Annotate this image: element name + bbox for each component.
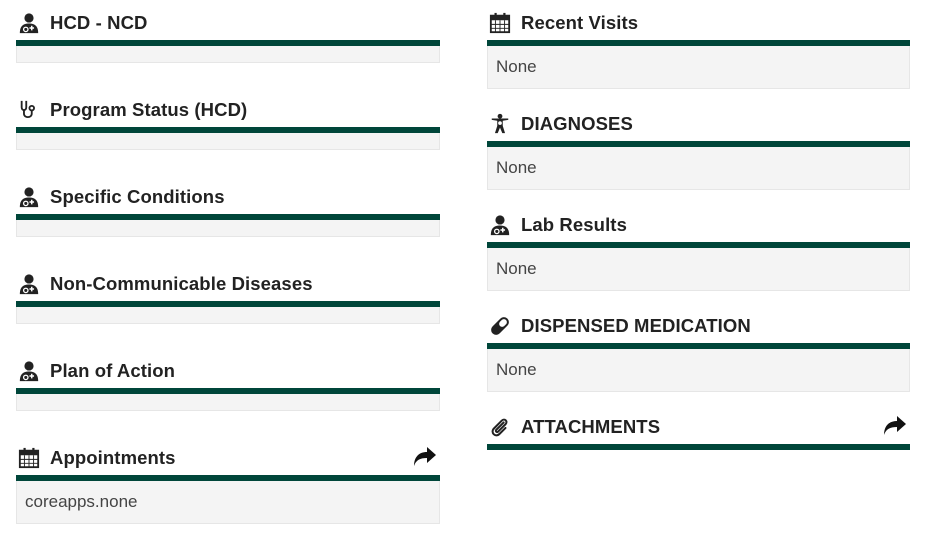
panel-body (16, 133, 440, 150)
panel-header[interactable]: Non-Communicable Diseases (16, 261, 440, 307)
panel-recent-visits: Recent Visits None (487, 0, 910, 89)
user-md-icon (16, 271, 42, 297)
panel-body: None (487, 248, 910, 291)
panel-hcd-ncd: HCD - NCD (16, 0, 440, 63)
panel-title: Program Status (HCD) (50, 99, 248, 120)
panel-title: DIAGNOSES (521, 113, 633, 134)
panel-body (16, 394, 440, 411)
panel-dispensed-medication: DISPENSED MEDICATION None (487, 303, 910, 392)
panel-specific-conditions: Specific Conditions (16, 174, 440, 237)
right-column: Recent Visits None DIAGNOSES None Lab Re… (487, 0, 910, 462)
panel-header[interactable]: HCD - NCD (16, 0, 440, 46)
panel-header[interactable]: Plan of Action (16, 348, 440, 394)
user-md-icon (16, 10, 42, 36)
panel-attachments: ATTACHMENTS (487, 404, 910, 450)
panel-header[interactable]: Program Status (HCD) (16, 87, 440, 133)
panel-title: Specific Conditions (50, 186, 225, 207)
panel-title: Non-Communicable Diseases (50, 273, 313, 294)
stethoscope-icon (16, 97, 42, 123)
panel-title: Recent Visits (521, 12, 639, 33)
share-arrow-icon[interactable] (882, 412, 908, 438)
panel-header[interactable]: Recent Visits (487, 0, 910, 46)
panel-header[interactable]: ATTACHMENTS (487, 404, 910, 450)
user-md-icon (16, 358, 42, 384)
left-column: HCD - NCD Program Status (HCD) Specific … (16, 0, 440, 548)
panel-diagnoses: DIAGNOSES None (487, 101, 910, 190)
panel-non-communicable-diseases: Non-Communicable Diseases (16, 261, 440, 324)
panel-title: Plan of Action (50, 360, 176, 381)
panel-body (16, 46, 440, 63)
panel-body: coreapps.none (16, 481, 440, 524)
panel-title: Appointments (50, 447, 176, 468)
panel-program-status: Program Status (HCD) (16, 87, 440, 150)
panel-body: None (487, 147, 910, 190)
calendar-icon (16, 445, 42, 471)
panel-body: None (487, 349, 910, 392)
panel-title: Lab Results (521, 214, 627, 235)
panel-appointments: Appointments coreapps.none (16, 435, 440, 524)
panel-body: None (487, 46, 910, 89)
pill-icon (487, 313, 513, 339)
calendar-icon (487, 10, 513, 36)
paperclip-icon (487, 414, 513, 440)
user-md-icon (16, 184, 42, 210)
panel-header[interactable]: DISPENSED MEDICATION (487, 303, 910, 349)
panel-header[interactable]: Specific Conditions (16, 174, 440, 220)
panel-title: HCD - NCD (50, 12, 148, 33)
panel-body (16, 307, 440, 324)
panel-header[interactable]: DIAGNOSES (487, 101, 910, 147)
share-arrow-icon[interactable] (412, 443, 438, 469)
panel-body (16, 220, 440, 237)
panel-title: DISPENSED MEDICATION (521, 315, 751, 336)
panel-header[interactable]: Lab Results (487, 202, 910, 248)
panel-title: ATTACHMENTS (521, 416, 661, 437)
panel-plan-of-action: Plan of Action (16, 348, 440, 411)
panel-lab-results: Lab Results None (487, 202, 910, 291)
panel-header[interactable]: Appointments (16, 435, 440, 481)
body-diagnosis-icon (487, 111, 513, 137)
user-md-icon (487, 212, 513, 238)
